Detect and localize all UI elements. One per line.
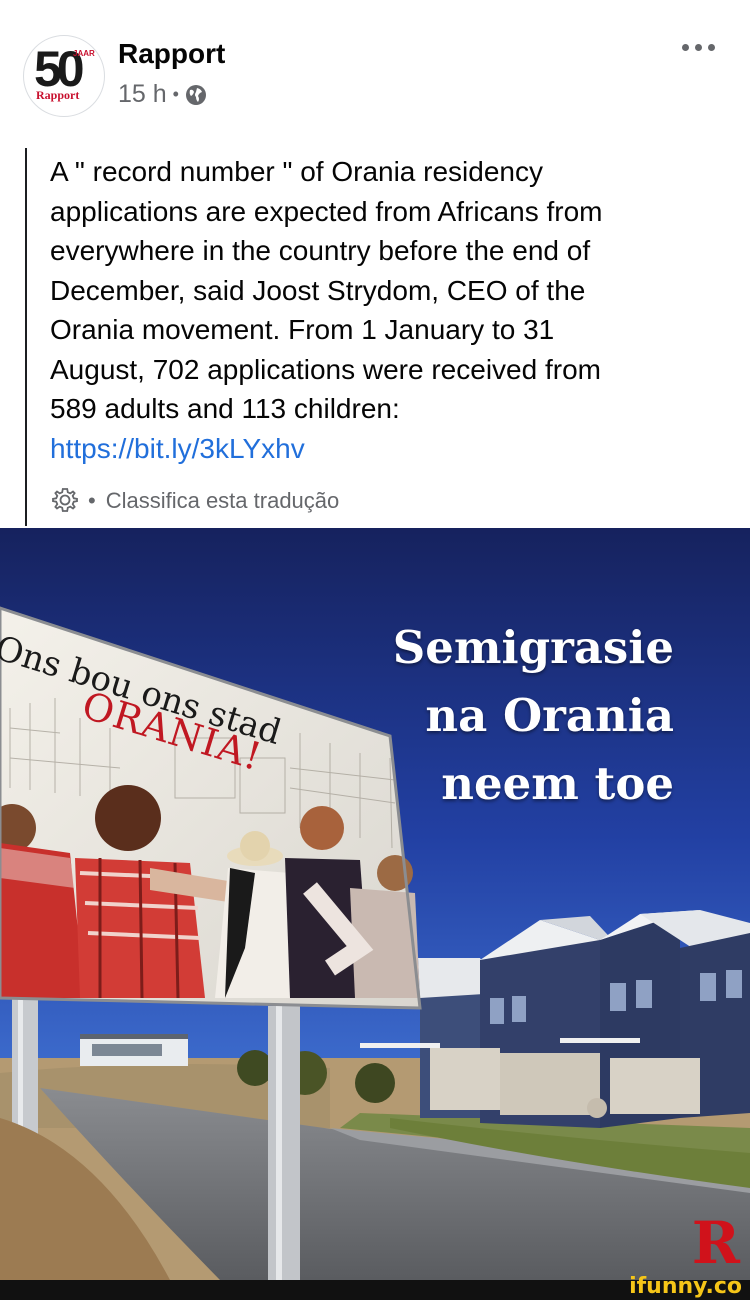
avatar-anniversary-word: JAAR — [73, 49, 95, 58]
headline-line-2: na Orania — [425, 689, 674, 742]
translation-row: • Classifica esta tradução — [50, 486, 339, 516]
more-horizontal-icon[interactable] — [682, 38, 716, 58]
post-image[interactable]: Ons bou ons stad ORANIA! Semigrasie na O… — [0, 528, 750, 1280]
post-meta: 15 h • — [118, 80, 207, 109]
globe-icon — [185, 84, 206, 105]
page-name[interactable]: Rapport — [118, 38, 225, 70]
post-header: 50 JAAR Rapport Rapport 15 h • — [0, 0, 750, 130]
post-link[interactable]: https://bit.ly/3kLYxhv — [50, 433, 305, 465]
avatar-brand: Rapport — [36, 88, 80, 102]
ifunny-watermark: ifunny.co — [629, 1274, 742, 1299]
translate-separator: • — [88, 488, 96, 513]
gear-icon[interactable] — [50, 486, 80, 516]
post-time[interactable]: 15 h — [118, 80, 167, 109]
footer-bar: ifunny.co — [0, 1274, 750, 1300]
meta-separator: • — [172, 84, 179, 104]
quote-bar — [25, 148, 27, 526]
post-body-text: A " record number " of Orania residency … — [50, 156, 603, 424]
headline-line-1: Semigrasie — [392, 621, 674, 674]
rapport-logo: R — [691, 1209, 740, 1277]
rate-translation-link[interactable]: Classifica esta tradução — [106, 488, 340, 514]
page-avatar[interactable]: 50 JAAR Rapport — [23, 35, 105, 117]
image-headline: Semigrasie na Orania neem toe — [393, 614, 674, 818]
headline-line-3: neem toe — [441, 757, 674, 810]
